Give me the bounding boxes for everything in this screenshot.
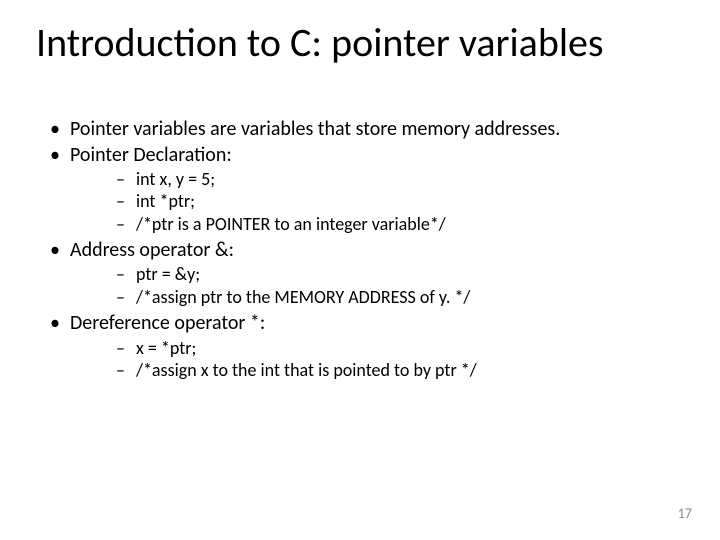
bullet-item: Address operator &: ptr = &y; /*assign p…: [36, 239, 684, 308]
sub-item: /*ptr is a POINTER to an integer variabl…: [70, 214, 684, 235]
bullet-text: Address operator &:: [70, 238, 234, 262]
sub-item: /*assign ptr to the MEMORY ADDRESS of y.…: [70, 287, 684, 308]
sub-item: ptr = &y;: [70, 264, 684, 285]
bullet-item: Dereference operator *: x = *ptr; /*assi…: [36, 312, 684, 381]
bullet-list: Pointer variables are variables that sto…: [36, 118, 684, 381]
sub-item: int *ptr;: [70, 191, 684, 212]
sub-list: x = *ptr; /*assign x to the int that is …: [70, 338, 684, 381]
bullet-item: Pointer variables are variables that sto…: [36, 118, 684, 142]
bullet-text: Pointer Declaration:: [70, 143, 232, 167]
sub-item: int x, y = 5;: [70, 169, 684, 190]
slide-body: Pointer variables are variables that sto…: [36, 118, 684, 385]
slide: Introduction to C: pointer variables Poi…: [0, 0, 720, 540]
sub-item: /*assign x to the int that is pointed to…: [70, 360, 684, 381]
sub-list: int x, y = 5; int *ptr; /*ptr is a POINT…: [70, 169, 684, 235]
slide-title: Introduction to C: pointer variables: [36, 22, 684, 64]
bullet-text: Dereference operator *:: [70, 311, 265, 335]
sub-item: x = *ptr;: [70, 338, 684, 359]
sub-list: ptr = &y; /*assign ptr to the MEMORY ADD…: [70, 264, 684, 307]
bullet-item: Pointer Declaration: int x, y = 5; int *…: [36, 144, 684, 235]
page-number: 17: [678, 505, 692, 522]
